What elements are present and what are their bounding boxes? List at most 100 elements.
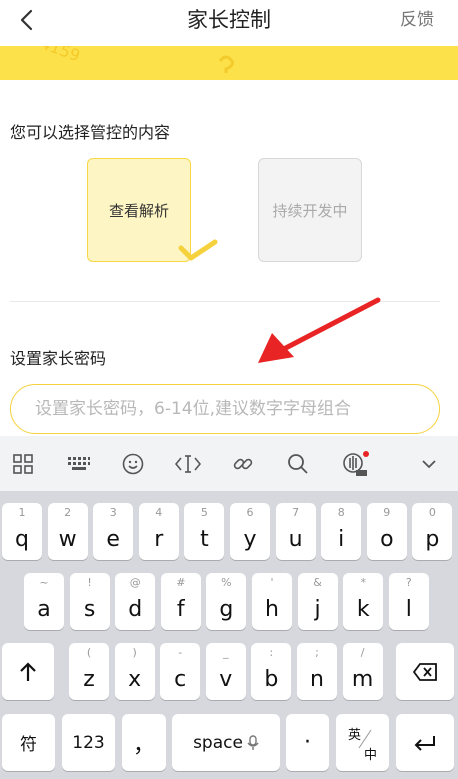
keypad-icon[interactable] — [64, 449, 94, 479]
key-letter: n — [310, 667, 324, 692]
key-m[interactable]: / m — [342, 643, 383, 700]
key-p[interactable]: 0p — [412, 503, 453, 560]
emoji-icon[interactable] — [118, 449, 148, 479]
key-letter: p — [425, 527, 440, 552]
backspace-icon — [413, 662, 437, 681]
page-title: 家长控制 — [187, 8, 271, 32]
key-v[interactable]: _ v — [205, 643, 246, 700]
key-symbol: 9 — [383, 506, 391, 519]
option-view-analysis[interactable]: 查看解析 — [87, 158, 191, 262]
symbols-key[interactable]: 符 — [2, 714, 55, 771]
key-letter: a — [37, 597, 51, 622]
key-symbol: 1 — [18, 506, 26, 519]
voice-badge-icon[interactable] — [340, 449, 370, 479]
key-symbol: # — [176, 576, 186, 589]
grid-icon[interactable] — [8, 449, 38, 479]
key-symbol: ~ — [39, 576, 49, 589]
key-letter: k — [356, 597, 370, 622]
chevron-down-icon[interactable] — [414, 449, 444, 479]
key-symbol: ? — [405, 576, 412, 589]
key-symbol: 6 — [246, 506, 254, 519]
option-label: 查看解析 — [108, 201, 169, 220]
key-f[interactable]: # f — [160, 573, 201, 630]
key-r[interactable]: 4r — [138, 503, 179, 560]
banner: 4159 — [0, 46, 458, 80]
link-icon[interactable] — [228, 449, 258, 479]
text-cursor-icon[interactable] — [173, 449, 203, 479]
key-symbol: 0 — [428, 506, 436, 519]
key-symbol: 4 — [155, 506, 163, 519]
key-letter: b — [264, 667, 279, 692]
key-symbol: ' — [270, 576, 274, 589]
key-y[interactable]: 6y — [230, 503, 270, 560]
period-key[interactable]: · — [286, 714, 329, 771]
shift-key[interactable] — [2, 643, 54, 700]
key-letter: i — [338, 527, 345, 552]
key-symbol: % — [221, 576, 232, 589]
search-icon[interactable] — [283, 449, 313, 479]
key-q[interactable]: 1q — [2, 503, 42, 560]
key-x[interactable]: ) x — [114, 643, 155, 700]
key-b[interactable]: :b — [251, 643, 292, 700]
keyboard: 1q2w3e4r5t6y7u8i9o0p ~ a! s @ d # f% g ' h & j * k? l … — [0, 491, 458, 779]
key-u[interactable]: 7u — [275, 503, 316, 560]
numbers-key[interactable]: 123 — [62, 714, 115, 771]
keyboard-toolbar — [0, 436, 458, 491]
key-l[interactable]: ? l — [388, 573, 429, 630]
key-k[interactable]: * k — [343, 573, 384, 630]
key-letter: u — [288, 527, 303, 552]
key-e[interactable]: 3e — [93, 503, 134, 560]
red-arrow-annotation — [258, 297, 381, 363]
key-h[interactable]: ' h — [252, 573, 292, 630]
key-symbol: 7 — [292, 506, 300, 519]
option-label: 持续开发中 — [272, 201, 348, 220]
arrow-up-icon — [20, 661, 36, 681]
control-section-label: 您可以选择管控的内容 — [10, 123, 171, 142]
enter-key[interactable] — [396, 714, 454, 771]
comma-key[interactable]: ， — [122, 714, 166, 771]
key-symbol: * — [360, 576, 366, 589]
language-switch-key[interactable]: 英 中 — [336, 714, 389, 771]
key-z[interactable]: (z — [69, 643, 109, 700]
key-symbol: ( — [86, 646, 92, 659]
feedback-link[interactable]: 反馈 — [400, 0, 434, 40]
key-j[interactable]: & j — [297, 573, 338, 630]
key-symbol: ) — [132, 646, 137, 659]
key-symbol: 2 — [64, 506, 72, 519]
key-letter: l — [405, 597, 412, 622]
key-letter: s — [83, 597, 96, 622]
key-s[interactable]: ! s — [69, 573, 110, 630]
key-t[interactable]: 5t — [184, 503, 225, 560]
space-label: space — [193, 732, 243, 753]
key-symbol: _ — [223, 646, 229, 659]
key-symbol: @ — [129, 576, 141, 589]
key-w[interactable]: 2w — [47, 503, 88, 560]
password-section-label: 设置家长密码 — [10, 349, 107, 368]
option-in-development: 持续开发中 — [258, 158, 362, 262]
key-letter: r — [154, 527, 164, 552]
backspace-key[interactable] — [396, 643, 454, 700]
banner-watermark: 4159 — [37, 46, 83, 66]
parent-password-input[interactable] — [10, 384, 440, 434]
key-d[interactable]: @ d — [115, 573, 156, 630]
key-letter: x — [128, 667, 142, 692]
key-symbol: 8 — [337, 506, 345, 519]
key-g[interactable]: % g — [206, 573, 247, 630]
key-symbol: / — [360, 646, 365, 659]
key-letter: h — [265, 597, 279, 622]
key-letter: y — [243, 527, 257, 552]
key-n[interactable]: ; n — [297, 643, 337, 700]
key-letter: q — [15, 527, 29, 552]
key-a[interactable]: ~ a — [24, 573, 64, 630]
key-o[interactable]: 9o — [366, 503, 407, 560]
key-i[interactable]: 8i — [321, 503, 362, 560]
key-letter: w — [58, 527, 77, 552]
key-letter: d — [128, 597, 143, 622]
key-symbol: 3 — [109, 506, 117, 519]
key-letter: c — [174, 667, 187, 692]
question-icon — [218, 55, 234, 73]
key-letter: g — [219, 597, 234, 622]
space-key[interactable]: space — [172, 714, 280, 771]
key-c[interactable]: -c — [160, 643, 201, 700]
key-symbol: ; — [315, 646, 319, 659]
